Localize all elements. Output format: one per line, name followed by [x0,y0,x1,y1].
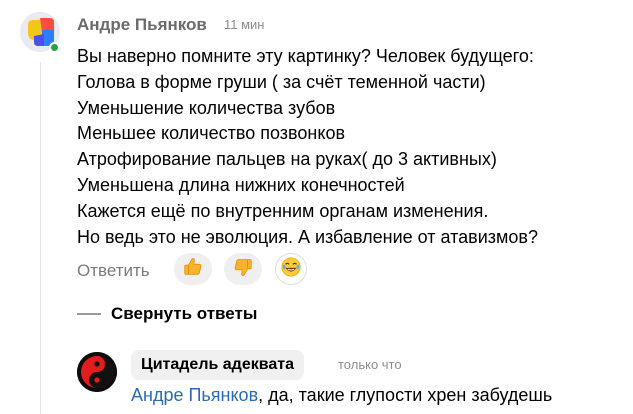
comment-time: 11 мин [224,17,265,32]
comment-line: Голова в форме груши ( за счёт теменной … [77,71,486,92]
laughing-face-icon [280,256,302,283]
comment-line: Уменьшена длина нижних конечностей [77,174,405,195]
reply-time: только что [338,357,402,372]
comment-line: Кажется ещё по внутренним органам измене… [77,200,489,221]
comment-line: Атрофирование пальцев на руках( до 3 акт… [77,149,497,170]
reply-avatar[interactable] [77,352,117,392]
reply-body: , да, такие глупости хрен забудешь [258,385,553,405]
laugh-reaction-button[interactable] [275,253,307,285]
collapse-replies-label: Свернуть ответы [111,304,258,323]
mention-link[interactable]: Андре Пьянков [131,385,258,405]
thread-line [40,62,41,414]
comment-text: Вы наверно помните эту картинку? Человек… [77,44,617,250]
comment-line: Меньшее количество позвонков [77,123,346,144]
reply-button[interactable]: Ответить [77,261,150,281]
reply-text: Андре Пьянков, да, такие глупости хрен з… [131,385,552,406]
reply-author: Цитадель адеквата [141,356,294,373]
thumbs-up-icon [182,256,204,283]
comment-line: Но ведь это не эволюция. А избавление от… [77,226,538,247]
dislike-reaction-button[interactable] [224,253,262,285]
thumbs-down-icon [232,256,254,283]
online-status-indicator [49,42,60,53]
collapse-dash [77,313,101,315]
comment-author[interactable]: Андре Пьянков [77,15,207,35]
reply-author-button[interactable]: Цитадель адеквата [131,350,304,380]
like-reaction-button[interactable] [174,253,212,285]
comment-line: Уменьшение количества зубов [77,97,336,118]
collapse-replies-button[interactable]: Свернуть ответы [77,304,257,324]
comment-line: Вы наверно помните эту картинку? Человек… [77,46,534,66]
